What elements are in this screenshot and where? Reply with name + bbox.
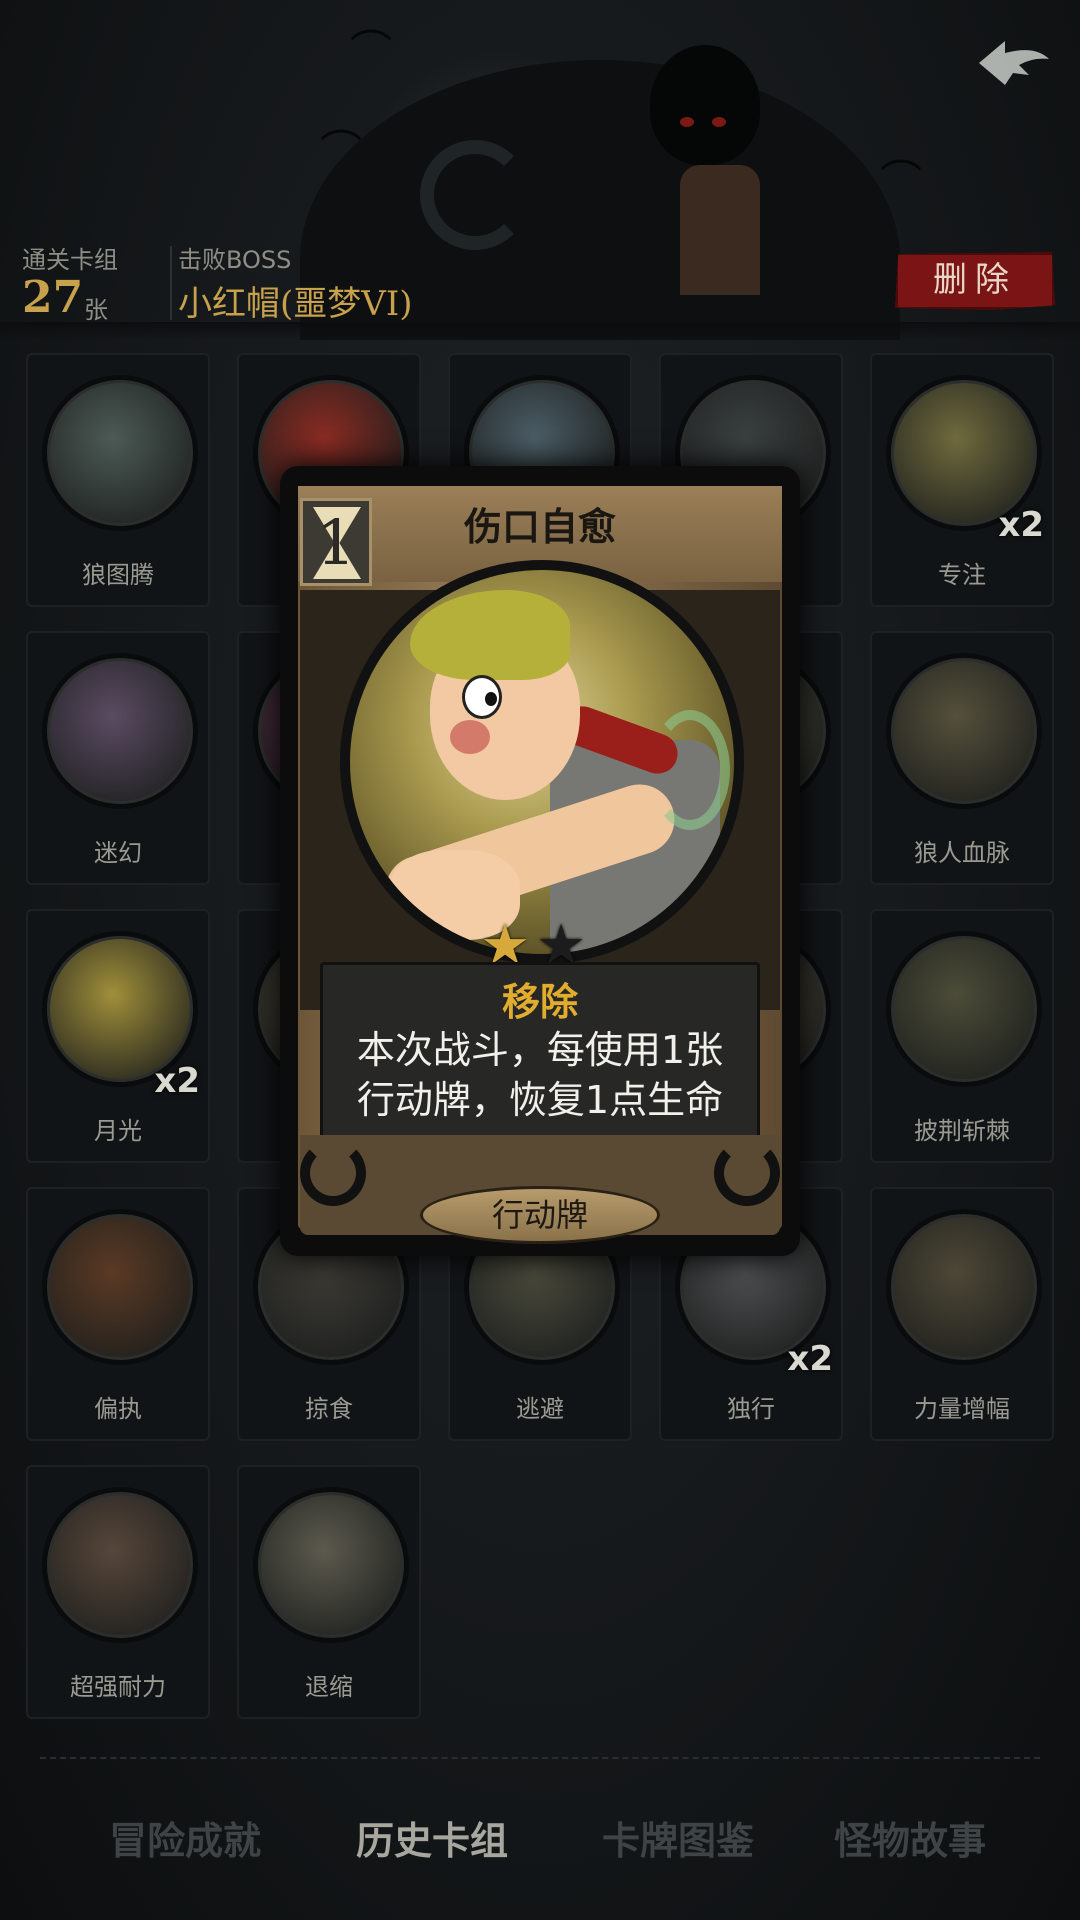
back-arrow-icon[interactable] (975, 35, 1053, 93)
deck-card-tile[interactable]: 狼图腾 (26, 353, 210, 607)
tab-card-codex[interactable]: 卡牌图鉴 (568, 1810, 788, 1865)
card-name: 偏执 (94, 1395, 142, 1423)
portrait-eye (462, 675, 502, 719)
frame-curl-right (714, 1140, 780, 1206)
defeated-boss-name: 小红帽(噩梦VI) (178, 284, 413, 324)
card-description-line-1: 本次战斗，每使用1张 (356, 1028, 724, 1072)
card-description-line-2: 行动牌，恢复1点生命 (356, 1078, 724, 1122)
card-name: 独行 (727, 1395, 775, 1423)
boss-silhouette-head (650, 45, 760, 165)
bat-icon: ⌒ (320, 126, 363, 175)
card-art-icon (42, 375, 198, 531)
card-art-icon (42, 1209, 198, 1365)
cleared-deck-unit: 张 (84, 296, 108, 324)
card-type-label: 行动牌 (420, 1186, 660, 1244)
card-name: 力量增幅 (914, 1395, 1010, 1423)
card-description-box: 移除 本次战斗，每使用1张 行动牌，恢复1点生命 (320, 962, 760, 1140)
card-quantity: x2 (787, 1339, 833, 1379)
card-cost: 1 (316, 506, 356, 579)
card-cost-box: 1 (300, 498, 372, 586)
card-name: 退缩 (305, 1673, 353, 1701)
healing-wisp (650, 710, 730, 830)
card-name: 狼人血脉 (914, 839, 1010, 867)
card-art-icon (253, 1487, 409, 1643)
card-name: 专注 (938, 561, 986, 589)
deck-card-tile[interactable]: 力量增幅 (870, 1187, 1054, 1441)
tab-monster-stories[interactable]: 怪物故事 (800, 1810, 1020, 1865)
header-divider (170, 246, 172, 320)
boss-silhouette-body (680, 165, 760, 295)
card-title: 伤口自愈 (463, 505, 616, 549)
deck-card-tile[interactable]: 超强耐力 (26, 1465, 210, 1719)
card-name: 狼图腾 (82, 561, 154, 589)
deck-card-tile[interactable]: 退缩 (237, 1465, 421, 1719)
spiral-decoration (420, 140, 530, 250)
deck-card-tile[interactable]: 狼人血脉 (870, 631, 1054, 885)
card-name: 披荆斩棘 (914, 1117, 1010, 1145)
card-name: 掠食 (305, 1395, 353, 1423)
deck-card-tile[interactable]: 专注 x2 (870, 353, 1054, 607)
tab-achievements[interactable]: 冒险成就 (75, 1810, 295, 1865)
card-name: 超强耐力 (70, 1673, 166, 1701)
deck-card-tile[interactable]: 披荆斩棘 (870, 909, 1054, 1163)
card-art-icon (886, 1209, 1042, 1365)
card-keyword: 移除 (501, 980, 578, 1024)
header-shadow (0, 322, 1080, 340)
bat-icon: ⌒ (880, 156, 923, 205)
tabs-divider (40, 1757, 1040, 1759)
deck-card-tile[interactable]: 月光 x2 (26, 909, 210, 1163)
frame-curl-left (300, 1140, 366, 1206)
portrait-pupil (485, 692, 497, 706)
bat-icon: ⌒ (350, 26, 393, 75)
card-name: 迷幻 (94, 839, 142, 867)
card-art-icon (42, 653, 198, 809)
card-name: 月光 (94, 1117, 142, 1145)
tab-history-deck[interactable]: 历史卡组 (322, 1810, 542, 1865)
card-quantity: x2 (154, 1061, 200, 1101)
card-name: 逃避 (516, 1395, 564, 1423)
card-art-icon (886, 931, 1042, 1087)
portrait-nose (450, 720, 490, 754)
card-quantity: x2 (998, 505, 1044, 545)
cleared-deck-count: 27 (22, 272, 84, 323)
cleared-deck-label: 通关卡组 (22, 246, 118, 274)
boss-eye-right (712, 117, 726, 127)
deck-card-tile[interactable]: 迷幻 (26, 631, 210, 885)
delete-button[interactable]: 删除 (895, 252, 1055, 310)
card-art-icon (886, 653, 1042, 809)
defeated-boss-label: 击败BOSS (178, 246, 292, 274)
boss-eye-left (680, 117, 694, 127)
deck-card-tile[interactable]: 偏执 (26, 1187, 210, 1441)
card-art-icon (42, 1487, 198, 1643)
card-portrait (340, 560, 744, 964)
portrait-hair (410, 590, 570, 680)
